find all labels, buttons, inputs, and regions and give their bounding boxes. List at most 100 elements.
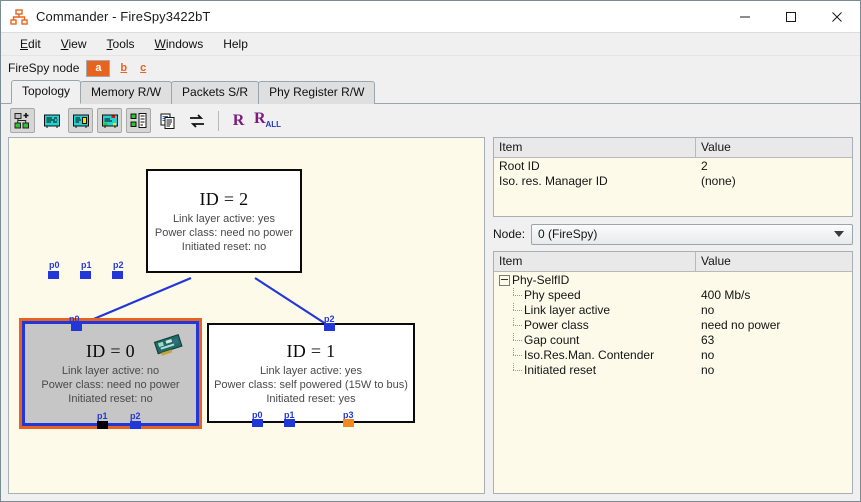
node-0-link-layer: Link layer active: no: [61, 365, 160, 377]
tree-branch-icon: [510, 288, 524, 303]
node-2-port-p0[interactable]: [48, 271, 59, 279]
bus-info-header: Item Value: [494, 138, 852, 158]
selfid-link-layer-value: no: [701, 303, 715, 317]
topology-add-icon[interactable]: [10, 108, 35, 133]
node-detail-icon[interactable]: [68, 108, 93, 133]
tree-row[interactable]: Link layer active no: [494, 303, 852, 318]
table-row[interactable]: Root ID 2: [494, 159, 852, 174]
menu-tools[interactable]: Tools: [98, 35, 144, 53]
topology-canvas[interactable]: ID = 2 Link layer active: yes Power clas…: [9, 138, 484, 493]
bus-info-root-id-value: 2: [701, 159, 708, 173]
node-0-port-p1-label: p1: [97, 411, 108, 421]
node-status-icon[interactable]: [97, 108, 122, 133]
firespy-node-c[interactable]: c: [138, 62, 148, 74]
reset-bus-button[interactable]: R: [226, 108, 251, 133]
selfid-row-5-left: Initiated reset: [494, 363, 696, 378]
selfid-root-label: Phy-SelfID: [512, 273, 570, 287]
node-2-power-class: Power class: need no power: [154, 226, 294, 239]
tab-phy-register-rw[interactable]: Phy Register R/W: [258, 81, 376, 104]
topology-node-1[interactable]: ID = 1 Link layer active: yes Power clas…: [207, 323, 415, 423]
topology-node-2[interactable]: ID = 2 Link layer active: yes Power clas…: [146, 169, 302, 273]
selfid-row-1-left: Link layer active: [494, 303, 696, 318]
node-0-port-p2[interactable]: [130, 421, 141, 429]
tab-memory-rw[interactable]: Memory R/W: [80, 81, 173, 104]
menu-help[interactable]: Help: [214, 35, 257, 53]
tree-branch-icon: [510, 318, 524, 333]
window-title: Commander - FireSpy3422bT: [36, 9, 211, 24]
copy-icon[interactable]: [155, 108, 180, 133]
selfid-gap-count-label: Gap count: [524, 333, 580, 347]
title-bar: Commander - FireSpy3422bT: [1, 1, 860, 33]
tree-branch-icon: [510, 333, 524, 348]
node-1-port-p2[interactable]: [324, 323, 335, 331]
selfid-root-left: Phy-SelfID: [494, 273, 696, 288]
node-combo[interactable]: 0 (FireSpy): [531, 223, 853, 245]
reset-bus-label: R: [232, 111, 245, 129]
tree-row[interactable]: Iso.Res.Man. Contender no: [494, 348, 852, 363]
selfid-power-class-label: Power class: [524, 318, 589, 332]
menu-edit-label: dit: [28, 37, 41, 51]
tree-branch-icon: [510, 363, 524, 378]
bus-info-col-value: Value: [701, 140, 731, 154]
node-1-power-class: Power class: self powered (15W to bus): [214, 378, 408, 391]
link-node2-node1: [254, 277, 330, 327]
node-0-port-p0[interactable]: [71, 323, 82, 331]
node-2-port-p1-label: p1: [81, 260, 92, 270]
menu-view[interactable]: View: [52, 35, 96, 53]
selfid-initiated-reset-label: Initiated reset: [524, 363, 597, 377]
tree-row[interactable]: Power class need no power: [494, 318, 852, 333]
topology-tree-icon: [10, 8, 28, 26]
bus-info-col-item: Item: [494, 138, 696, 157]
minimize-button[interactable]: [722, 1, 768, 32]
toolbar: R RALL: [1, 104, 860, 137]
selfid-row-3-left: Gap count: [494, 333, 696, 348]
selfid-gap-count-value: 63: [701, 333, 715, 347]
maximize-button[interactable]: [768, 1, 814, 32]
tree-row[interactable]: Phy speed 400 Mb/s: [494, 288, 852, 303]
table-row[interactable]: Iso. res. Manager ID (none): [494, 174, 852, 189]
bus-info-irm-value: (none): [701, 174, 736, 188]
node-list-icon[interactable]: [39, 108, 64, 133]
menu-help-label: Help: [223, 37, 248, 51]
tab-topology[interactable]: Topology: [11, 80, 82, 104]
menu-edit[interactable]: Edit: [11, 35, 50, 53]
reset-all-button[interactable]: RALL: [254, 108, 281, 133]
node-0-port-p1[interactable]: [97, 421, 108, 429]
topology-node-0[interactable]: ID = 0 Link layer active: no Power class…: [19, 318, 202, 429]
tab-packets-sr[interactable]: Packets S/R: [171, 81, 260, 104]
node-combo-label: Node:: [493, 227, 526, 241]
node-1-port-p3[interactable]: [343, 419, 354, 427]
node-0-port-p2-label: p2: [130, 411, 141, 421]
bus-info-root-id-item: Root ID: [499, 159, 540, 173]
selfid-initiated-reset-value: no: [701, 363, 715, 377]
application-window: Commander - FireSpy3422bT Edit View Tool…: [0, 0, 861, 502]
selfid-phy-speed-value: 400 Mb/s: [701, 288, 751, 302]
close-button[interactable]: [814, 1, 860, 32]
selfid-grid: Item Value Phy-SelfID Phy speed 400 Mb/s…: [493, 251, 853, 494]
firespy-node-label: FireSpy node: [8, 61, 80, 75]
tree-row-root[interactable]: Phy-SelfID: [494, 273, 852, 288]
refresh-icon[interactable]: [184, 108, 209, 133]
node-2-port-p2[interactable]: [112, 271, 123, 279]
tree-view-icon[interactable]: [126, 108, 151, 133]
menu-tools-label: ools: [112, 37, 135, 51]
firespy-node-a[interactable]: a: [86, 59, 111, 77]
selfid-row-2-left: Power class: [494, 318, 696, 333]
node-2-port-p1[interactable]: [80, 271, 91, 279]
node-1-port-p0[interactable]: [252, 419, 263, 427]
firespy-node-b[interactable]: b: [118, 62, 129, 74]
toolbar-separator: [218, 110, 219, 131]
tree-row[interactable]: Gap count 63: [494, 333, 852, 348]
pci-card-icon: [152, 332, 186, 358]
reset-all-label-wrap: RALL: [254, 111, 281, 129]
topology-panel: ID = 2 Link layer active: yes Power clas…: [8, 137, 485, 494]
node-1-id: ID = 1: [286, 340, 336, 361]
menu-bar: Edit View Tools Windows Help: [1, 33, 860, 56]
tree-row[interactable]: Initiated reset no: [494, 363, 852, 378]
link-node2-node0: [76, 276, 192, 328]
main-content: ID = 2 Link layer active: yes Power clas…: [1, 137, 860, 501]
menu-windows[interactable]: Windows: [146, 35, 213, 53]
collapse-minus-icon[interactable]: [499, 275, 510, 286]
chevron-down-icon: [834, 231, 844, 237]
node-1-port-p1[interactable]: [284, 419, 295, 427]
